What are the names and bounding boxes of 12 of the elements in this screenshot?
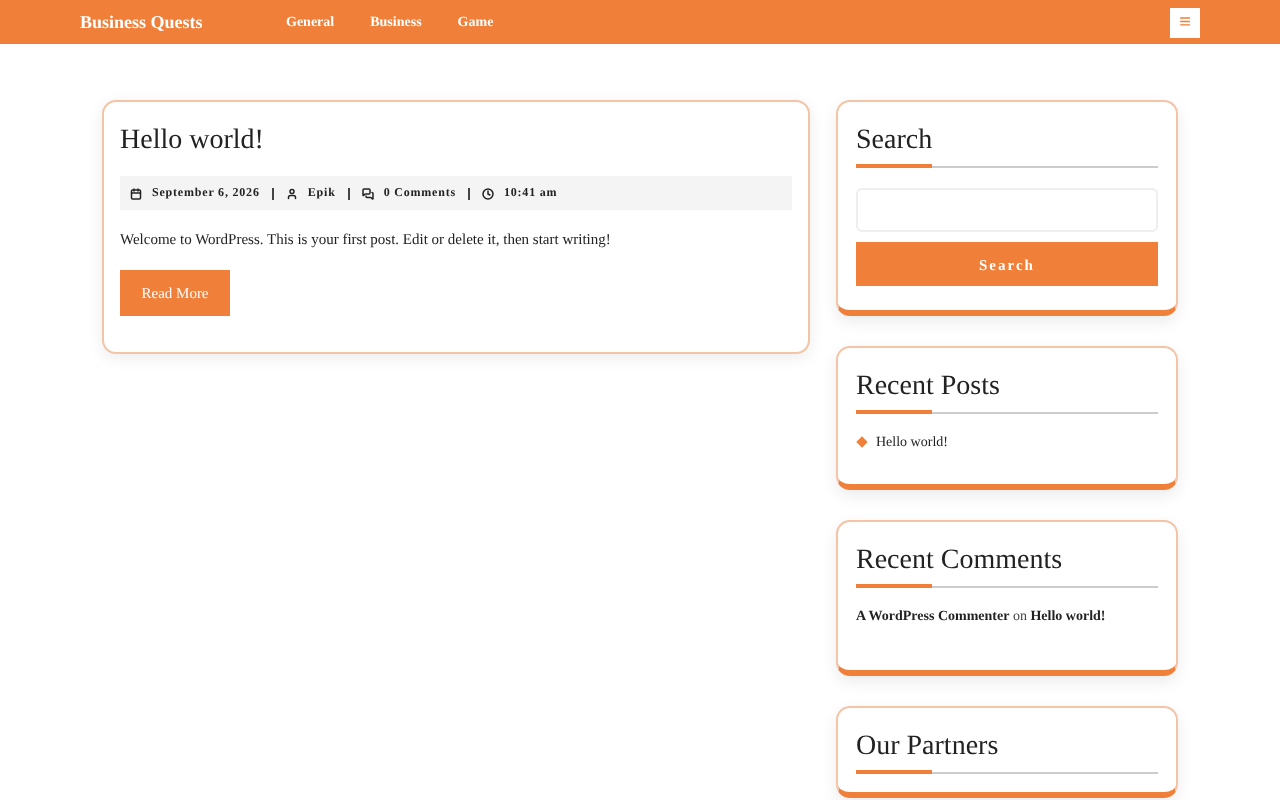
widget-title: Recent Comments xyxy=(856,546,1158,588)
speech-bubbles-icon xyxy=(361,187,374,199)
site-title[interactable]: Business Quests xyxy=(80,12,286,32)
widget-title: Our Partners xyxy=(856,732,1158,774)
widget-title: Search xyxy=(856,126,1158,168)
bullet-icon xyxy=(856,436,868,448)
calendar-icon xyxy=(130,187,142,199)
user-icon xyxy=(285,187,298,199)
post-title[interactable]: Hello world! xyxy=(120,126,792,158)
menu-button[interactable]: ≡ xyxy=(1170,7,1200,37)
widget-title: Recent Posts xyxy=(856,372,1158,414)
clock-icon xyxy=(481,187,494,199)
